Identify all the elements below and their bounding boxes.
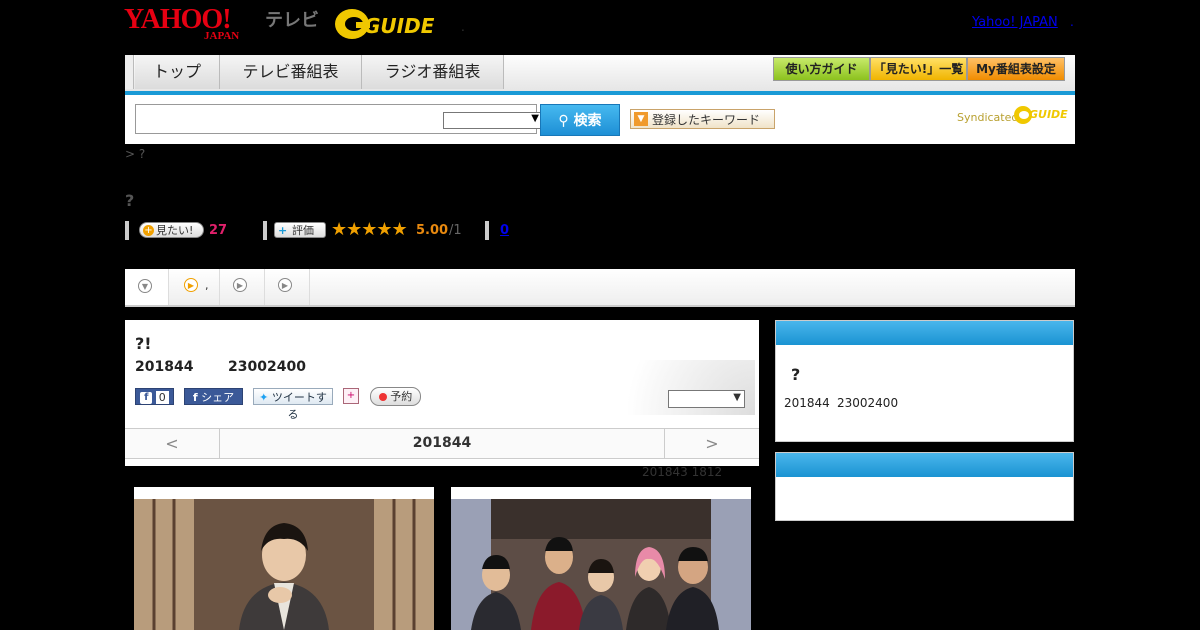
reserve-button-label: 予約 (390, 390, 413, 403)
stats-divider (263, 221, 267, 240)
tab-3[interactable]: ▶ (220, 269, 265, 305)
program-photo-2[interactable] (451, 487, 751, 630)
side-second-panel (775, 452, 1074, 521)
select-arrow-icon: ▼ (531, 113, 539, 124)
registered-keywords-label: 登録したキーワード (652, 113, 761, 127)
rating-value: 5.00 (416, 223, 449, 238)
want-button-label: 見たい! (156, 224, 194, 237)
search-category-select[interactable]: ▼ (443, 112, 543, 129)
syndicated-label: Syndicated (957, 111, 1019, 124)
page-title: ? (125, 191, 135, 210)
tweet-button[interactable]: ✦ ツイートする (253, 388, 333, 421)
dropdown-arrow-icon: ▼ (634, 112, 648, 126)
header-separator: . (461, 20, 465, 34)
facebook-like-count: 0 (155, 391, 169, 404)
search-button[interactable]: ⚲ 検索 (540, 104, 620, 136)
program-title: ?! (135, 334, 152, 353)
tab-4[interactable]: ▶ (265, 269, 310, 305)
main-nav: トップ テレビ番組表 ラジオ番組表 使い方ガイド 「見たい!」一覧 My番組表設… (125, 55, 1075, 95)
yahoo-japan-logo[interactable]: YAHOO! JAPAN (124, 4, 262, 43)
tab-program-info[interactable]: ▼ (125, 269, 169, 305)
search-input[interactable]: ▼ (135, 104, 543, 134)
rate-button-label: 評価 (292, 224, 314, 237)
tab-2[interactable]: ▶ , (169, 269, 220, 305)
tv-label: テレビ (265, 10, 319, 31)
tab-2-text: , (205, 279, 209, 292)
facebook-icon: f (140, 392, 153, 404)
rating-count: /1 (449, 223, 462, 238)
side-second-header (776, 453, 1073, 477)
next-date-button[interactable]: > (664, 429, 759, 458)
registered-keywords-button[interactable]: ▼ 登録したキーワード (630, 109, 775, 129)
side-info-header (776, 321, 1073, 345)
program-photo-1[interactable] (134, 487, 434, 630)
channel-select[interactable]: ▼ (668, 390, 745, 408)
gguide-logo[interactable]: GUIDE (334, 6, 434, 42)
search-button-label: 検索 (573, 113, 602, 129)
program-tabs: ▼ ▶ , ▶ ▶ (125, 269, 1075, 307)
yahoo-logo-japan: JAPAN (204, 30, 240, 42)
my-listings-settings-button[interactable]: My番組表設定 (967, 57, 1065, 81)
want-count: 27 (209, 223, 228, 238)
record-icon (378, 393, 387, 401)
select-arrow-icon: ▼ (733, 392, 741, 403)
play-icon: ▶ (233, 278, 247, 292)
usage-guide-button[interactable]: 使い方ガイド (773, 57, 870, 81)
syndicated-logo-text: GUIDE (1029, 108, 1068, 121)
twitter-bird-icon: ✦ (259, 391, 269, 404)
program-date: 201844 (135, 359, 194, 375)
yahoo-japan-link[interactable]: Yahoo! JAPAN (972, 15, 1058, 30)
updated-timestamp: 201843 1812 (642, 465, 723, 479)
want-button[interactable]: + 見たい! (139, 222, 204, 238)
current-date: 201844 (412, 435, 472, 451)
chevron-down-icon: ▼ (138, 279, 152, 293)
side-info-time: 23002400 (837, 396, 899, 410)
plus-icon: + (143, 225, 154, 236)
search-icon: ⚲ (558, 113, 569, 129)
calendar-add-icon[interactable]: + (343, 388, 359, 404)
syndicated-gguide-logo: GUIDE (1013, 104, 1068, 126)
nav-tab-radio-listings[interactable]: ラジオ番組表 (362, 55, 504, 89)
date-navigation: < 201844 > (125, 428, 759, 459)
search-panel: ▼ ⚲ 検索 ▼ 登録したキーワード Syndicated GUIDE (125, 95, 1075, 144)
nav-tab-top[interactable]: トップ (135, 55, 220, 89)
stats-divider (125, 221, 129, 240)
side-info-title: ? (791, 365, 801, 384)
play-icon: ▶ (184, 278, 198, 292)
rating-stars: ★★★★★ (331, 219, 408, 240)
photo-2-image (451, 487, 751, 630)
play-icon: ▶ (278, 278, 292, 292)
gguide-logo-text: GUIDE (364, 14, 435, 38)
plus-icon: + (278, 224, 288, 237)
facebook-share-button[interactable]: f シェア (184, 388, 243, 405)
review-count-link[interactable]: 0 (500, 223, 509, 238)
want-list-button[interactable]: 「見たい!」一覧 (870, 57, 967, 81)
nav-left-edge (125, 55, 134, 89)
header-link-dot: . (1070, 15, 1074, 29)
photo-1-image (134, 487, 434, 630)
facebook-share-label: シェア (201, 391, 235, 404)
facebook-icon: f (192, 391, 198, 404)
reserve-button[interactable]: 予約 (370, 387, 421, 406)
side-info-panel: ? 201844 23002400 (775, 320, 1074, 442)
breadcrumb[interactable]: > ? (125, 147, 145, 161)
yahoo-logo-text: YAHOO! (124, 4, 232, 35)
prev-date-button[interactable]: < (125, 429, 220, 458)
rate-button[interactable]: + 評価 (274, 222, 326, 238)
stats-divider (485, 221, 489, 240)
program-time: 23002400 (228, 359, 306, 375)
facebook-like-button[interactable]: f 0 (135, 388, 174, 405)
nav-tab-tv-listings[interactable]: テレビ番組表 (220, 55, 362, 89)
side-info-date: 201844 (784, 396, 830, 410)
